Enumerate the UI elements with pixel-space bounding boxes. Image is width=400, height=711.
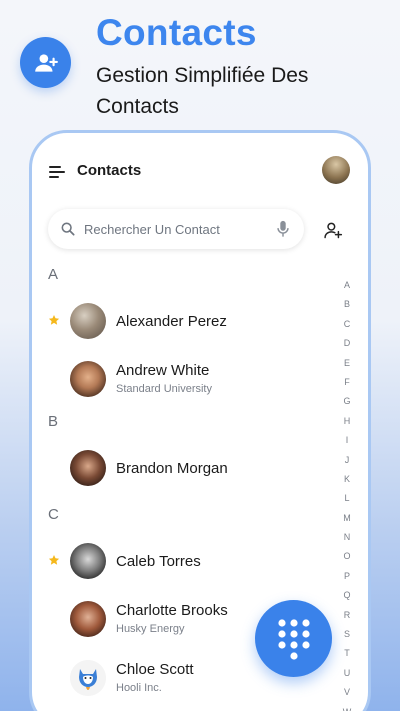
contact-name: Charlotte Brooks — [116, 602, 228, 619]
contact-row[interactable]: Brandon Morgan — [32, 444, 332, 494]
alphabet-index-letter[interactable]: D — [340, 334, 354, 353]
add-person-icon — [34, 53, 58, 72]
contact-avatar — [70, 450, 106, 486]
contact-avatar — [70, 543, 106, 579]
section-letter: B — [48, 413, 59, 430]
add-person-badge — [20, 37, 71, 88]
promo-title: Contacts — [96, 12, 257, 53]
contact-name: Caleb Torres — [116, 553, 201, 570]
alphabet-index-letter[interactable]: H — [340, 412, 354, 431]
contact-row[interactable]: Caleb Torres — [32, 537, 332, 587]
contact-avatar — [70, 601, 106, 637]
alphabet-index-letter[interactable]: V — [340, 683, 354, 702]
contact-name: Alexander Perez — [116, 313, 227, 330]
contact-avatar — [70, 660, 106, 696]
contact-avatar — [70, 361, 106, 397]
profile-avatar[interactable] — [322, 156, 350, 184]
alphabet-index-letter[interactable]: G — [340, 392, 354, 411]
section-letter: A — [48, 266, 59, 283]
alphabet-index-letter[interactable]: C — [340, 315, 354, 334]
contact-name: Chloe Scott — [116, 661, 194, 678]
search-input[interactable] — [84, 221, 276, 237]
alphabet-index-letter[interactable]: J — [340, 451, 354, 470]
promo-subtitle: Gestion Simplifiée Des Contacts — [96, 64, 309, 118]
contact-name: Andrew White — [116, 362, 210, 379]
alphabet-index-letter[interactable]: T — [340, 644, 354, 663]
contact-row[interactable]: Andrew White Standard University — [32, 355, 332, 405]
dialpad-button[interactable] — [255, 600, 332, 677]
alphabet-index-letter[interactable]: L — [340, 489, 354, 508]
alphabet-index-letter[interactable]: E — [340, 354, 354, 373]
alphabet-index-letter[interactable]: S — [340, 625, 354, 644]
alphabet-index-letter[interactable]: Q — [340, 586, 354, 605]
favorite-star-icon — [48, 555, 60, 565]
alphabet-index-letter[interactable]: M — [340, 509, 354, 528]
phone-frame: Contacts A Alexander — [29, 130, 371, 711]
contacts-screen: Contacts A Alexander — [32, 133, 368, 711]
contact-avatar — [70, 303, 106, 339]
alphabet-index-letter[interactable]: N — [340, 528, 354, 547]
microphone-icon[interactable] — [276, 220, 290, 238]
husky-logo-icon — [70, 660, 106, 696]
search-icon — [61, 222, 75, 236]
alphabet-index-letter[interactable]: K — [340, 470, 354, 489]
contact-company: Husky Energy — [116, 623, 185, 635]
alphabet-index-letter[interactable]: P — [340, 567, 354, 586]
app-title: Contacts — [77, 162, 142, 179]
search-bar[interactable] — [48, 209, 304, 249]
section-letter: C — [48, 506, 59, 523]
contact-company: Hooli Inc. — [116, 682, 162, 694]
alphabet-index-letter[interactable]: A — [340, 276, 354, 295]
hamburger-menu-icon[interactable] — [49, 166, 65, 178]
favorite-star-icon — [48, 315, 60, 325]
add-contact-icon[interactable] — [323, 220, 343, 240]
contact-name: Brandon Morgan — [116, 460, 228, 477]
contact-row[interactable]: Alexander Perez — [32, 297, 332, 347]
alphabet-index[interactable]: ABCDEFGHIJKLMNOPQRSTUVW — [340, 276, 354, 711]
alphabet-index-letter[interactable]: R — [340, 606, 354, 625]
dialpad-icon — [277, 618, 310, 660]
alphabet-index-letter[interactable]: W — [340, 703, 354, 711]
alphabet-index-letter[interactable]: U — [340, 664, 354, 683]
alphabet-index-letter[interactable]: O — [340, 547, 354, 566]
alphabet-index-letter[interactable]: B — [340, 295, 354, 314]
alphabet-index-letter[interactable]: I — [340, 431, 354, 450]
alphabet-index-letter[interactable]: F — [340, 373, 354, 392]
contact-company: Standard University — [116, 383, 212, 395]
